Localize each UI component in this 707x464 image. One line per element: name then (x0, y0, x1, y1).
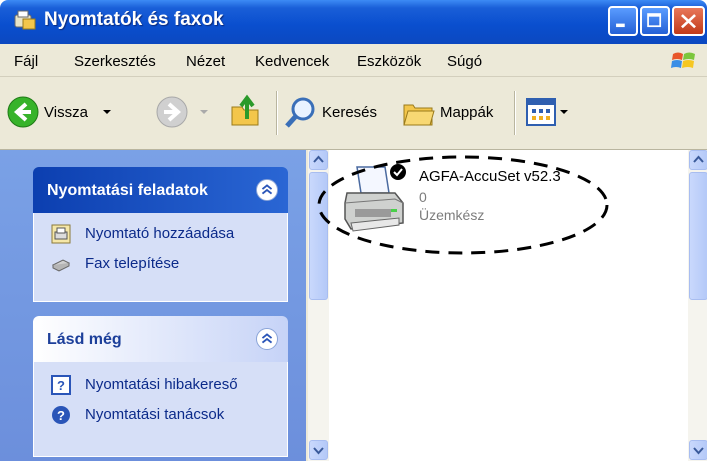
folders-icon (403, 104, 435, 126)
svg-text:?: ? (57, 408, 65, 423)
arrow-up-icon (693, 155, 704, 163)
maximize-icon (647, 13, 662, 28)
link-printing-tips[interactable]: ? Nyomtatási tanácsok (34, 400, 287, 430)
default-check-icon (390, 164, 406, 180)
views-dropdown-icon[interactable] (558, 107, 570, 117)
title-bar[interactable]: Nyomtatók és faxok (0, 0, 707, 44)
link-troubleshooter-label: Nyomtatási hibakereső (85, 376, 238, 393)
printer-status: Üzemkész (419, 207, 485, 223)
scroll-up-button[interactable] (309, 150, 328, 170)
scroll-thumb[interactable] (309, 172, 328, 300)
back-dropdown-icon[interactable] (100, 107, 114, 117)
task-install-fax-label: Fax telepítése (85, 255, 180, 272)
tasks-panel-body: Nyomtató hozzáadása Fax telepítése (33, 213, 288, 302)
link-troubleshooter[interactable]: ? Nyomtatási hibakereső (34, 370, 287, 400)
forward-button[interactable] (155, 95, 211, 129)
menu-help[interactable]: Súgó (447, 53, 482, 70)
search-label: Keresés (322, 103, 378, 121)
up-folder-button[interactable] (228, 93, 264, 129)
folders-button[interactable]: Mappák (402, 95, 493, 129)
link-printing-tips-label: Nyomtatási tanácsok (85, 406, 225, 423)
forward-dropdown-icon[interactable] (197, 107, 211, 117)
fax-icon (51, 259, 71, 272)
scroll-down-button[interactable] (309, 440, 328, 460)
see-also-panel: Lásd még ? Nyomtatási hibakereső ? Nyomt… (33, 316, 288, 457)
views-icon (526, 98, 556, 126)
add-printer-icon (51, 224, 71, 244)
see-also-panel-body: ? Nyomtatási hibakereső ? Nyomtatási tan… (33, 362, 288, 457)
tasks-panel: Nyomtatási feladatok Nyomtató hozzáadása (33, 167, 288, 302)
arrow-down-icon (693, 447, 704, 455)
back-label: Vissza (44, 103, 88, 121)
minimize-button[interactable] (608, 6, 638, 36)
maximize-button[interactable] (640, 6, 670, 36)
task-pane: Nyomtatási feladatok Nyomtató hozzáadása (0, 150, 306, 461)
scroll-thumb[interactable] (689, 172, 707, 300)
see-also-panel-title: Lásd még (47, 331, 122, 348)
tasks-panel-title: Nyomtatási feladatok (47, 182, 208, 199)
up-folder-icon (231, 94, 259, 126)
content-scrollbar[interactable] (688, 150, 707, 461)
arrow-down-icon (313, 447, 324, 455)
menu-tools[interactable]: Eszközök (357, 53, 421, 70)
scroll-up-button[interactable] (689, 150, 707, 170)
task-pane-scrollbar[interactable] (308, 150, 329, 461)
task-add-printer[interactable]: Nyomtató hozzáadása (34, 219, 287, 249)
help-icon: ? (51, 375, 71, 395)
printer-name[interactable]: AGFA-AccuSet v52.3 (419, 168, 561, 185)
minimize-icon (616, 23, 625, 28)
collapse-chevron-icon[interactable] (256, 179, 278, 201)
close-button[interactable] (672, 6, 705, 36)
close-icon (681, 14, 696, 29)
see-also-panel-header[interactable]: Lásd még (33, 316, 288, 362)
arrow-up-icon (313, 155, 324, 163)
back-button[interactable]: Vissza (6, 95, 114, 129)
menu-bar: Fájl Szerkesztés Nézet Kedvencek Eszközö… (0, 44, 707, 77)
task-add-printer-label: Nyomtató hozzáadása (85, 225, 235, 242)
menu-view[interactable]: Nézet (186, 53, 225, 70)
windows-logo-icon (671, 52, 695, 68)
window-title: Nyomtatók és faxok (44, 9, 224, 30)
printers-folder-icon (14, 10, 36, 30)
search-button[interactable]: Keresés (284, 95, 377, 129)
question-circle-icon: ? (52, 406, 70, 424)
tasks-panel-header[interactable]: Nyomtatási feladatok (33, 167, 288, 213)
printer-icon[interactable] (341, 163, 411, 237)
menu-file[interactable]: Fájl (14, 53, 38, 70)
back-arrow-icon (7, 96, 39, 128)
toolbar: Vissza Keresés Mappák (0, 77, 707, 150)
collapse-chevron-icon[interactable] (256, 328, 278, 350)
folders-label: Mappák (440, 103, 494, 121)
forward-arrow-icon (156, 96, 188, 128)
svg-text:?: ? (57, 378, 65, 393)
views-button[interactable] (526, 98, 570, 126)
task-install-fax[interactable]: Fax telepítése (34, 249, 287, 279)
printer-documents: 0 (419, 189, 427, 205)
scroll-down-button[interactable] (689, 440, 707, 460)
menu-edit[interactable]: Szerkesztés (74, 53, 156, 70)
menu-favorites[interactable]: Kedvencek (255, 53, 329, 70)
search-icon (285, 97, 315, 128)
